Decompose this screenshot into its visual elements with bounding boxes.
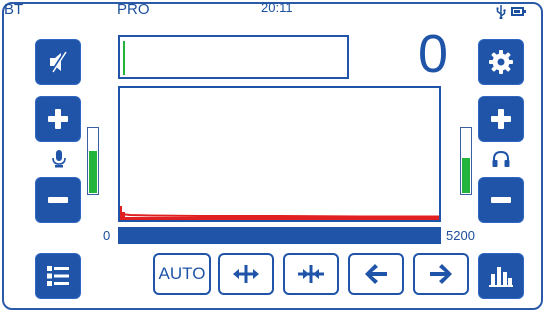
mic-volume-down-button[interactable]: [36, 178, 80, 222]
compress-button[interactable]: [283, 253, 339, 295]
settings-button[interactable]: [479, 40, 523, 84]
mode-label: PRO: [117, 1, 150, 18]
mic-volume-up-button[interactable]: [36, 97, 80, 141]
microphone-icon: [52, 150, 66, 168]
minus-icon: [48, 197, 68, 203]
arrow-right-icon: [430, 264, 452, 284]
signal-strength-display: [118, 35, 349, 79]
headphones-icon: [492, 151, 510, 167]
expand-horizontal-icon: [233, 265, 259, 283]
counter-value: 0: [417, 24, 448, 84]
auto-button[interactable]: AUTO: [153, 253, 211, 295]
spectrum-view-button[interactable]: [479, 254, 523, 298]
scale-max-label: 5200: [446, 228, 475, 243]
compress-horizontal-icon: [298, 265, 324, 283]
headphone-volume-down-button[interactable]: [479, 178, 523, 222]
scroll-right-button[interactable]: [413, 253, 469, 295]
usb-icon: [496, 5, 506, 19]
spectrum-display: [118, 86, 441, 222]
headphone-level-meter: [460, 127, 472, 195]
mic-level-meter: [87, 127, 99, 195]
plus-icon: [48, 109, 68, 129]
scroll-left-button[interactable]: [348, 253, 404, 295]
gear-icon: [489, 50, 513, 74]
plus-icon: [491, 109, 511, 129]
speaker-mute-icon: [50, 51, 67, 73]
clock: 20:11: [261, 0, 293, 15]
signal-strength-bar: [123, 41, 125, 75]
menu-list-icon: [47, 266, 69, 286]
spectrum-trace: [120, 206, 439, 220]
frequency-scale-bar[interactable]: [118, 227, 441, 244]
expand-button[interactable]: [218, 253, 274, 295]
bluetooth-label: BT: [4, 1, 24, 18]
mute-button[interactable]: [36, 40, 80, 84]
scale-min-label: 0: [103, 228, 111, 243]
minus-icon: [491, 197, 511, 203]
bar-chart-icon: [489, 267, 513, 287]
headphone-volume-up-button[interactable]: [479, 97, 523, 141]
menu-button[interactable]: [36, 254, 80, 298]
mic-level-fill: [89, 151, 97, 193]
headphone-level-fill: [462, 158, 470, 193]
battery-icon: [511, 7, 526, 16]
arrow-left-icon: [365, 264, 387, 284]
